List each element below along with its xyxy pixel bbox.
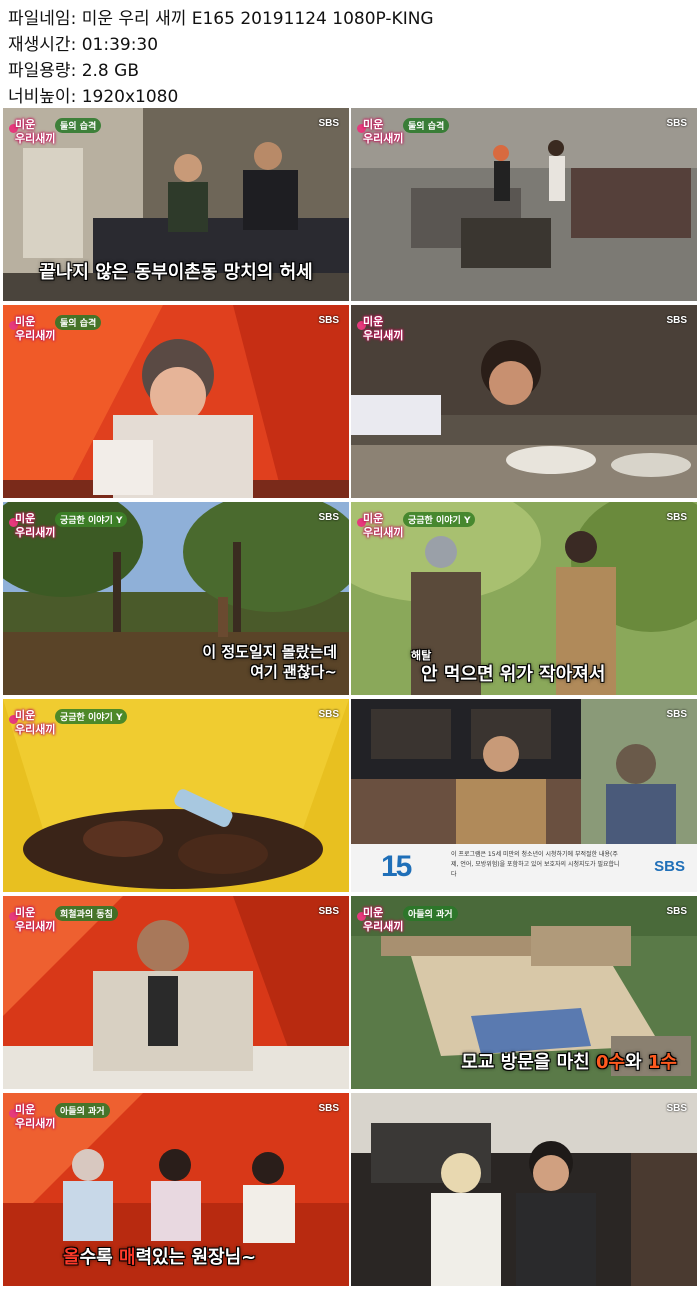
segment-tag: 둘의 습격 [55, 315, 102, 330]
thumbnail[interactable]: SBS [351, 1093, 697, 1286]
segment-tag: 둘의 습격 [55, 118, 102, 133]
network-logo: SBS [318, 118, 339, 129]
segment-tag: 궁금한 이야기 Y [55, 709, 128, 724]
program-logo: 미운 우리새끼 [9, 705, 55, 739]
resolution-key: 너비높이 [8, 87, 71, 107]
age-rating: 15 [381, 850, 412, 883]
subtitle-highlight: 올 [63, 1247, 80, 1268]
thumbnail[interactable]: 미운 우리새끼 궁금한 이야기 Y SBS 해탈 안 먹으면 위가 작아져서 [351, 502, 697, 695]
segment-tag: 아들의 과거 [403, 906, 458, 921]
network-logo: SBS [666, 906, 687, 917]
segment-tag: 희철과의 동침 [55, 906, 118, 921]
subtitle-part: 수록 [79, 1247, 119, 1268]
duration-value: 01:39:30 [81, 35, 159, 55]
subtitle-part: 모교 방문을 마친 [461, 1052, 596, 1073]
subtitle-line: 여기 괜찮다~ [250, 663, 337, 681]
logo-text: 우리새끼 [363, 526, 404, 539]
program-logo: 미운 우리새끼 [9, 311, 55, 345]
subtitle: 모교 방문을 마친 0수와 1수 [461, 1048, 677, 1074]
resolution-value: 1920x1080 [81, 87, 179, 107]
segment-tag: 둘의 습격 [403, 118, 450, 133]
logo-text: 우리새끼 [15, 1117, 56, 1130]
file-name-value: 미운 우리 새끼 E165 20191124 1080P-KING [81, 9, 434, 29]
logo-text: 우리새끼 [15, 329, 56, 342]
program-logo: 미운 우리새끼 [9, 1099, 55, 1133]
age-rating-notice: 15 이 프로그램은 15세 미만의 청소년이 시청하기에 부적절한 내용(주제… [351, 844, 697, 892]
subtitle: 이 정도일지 몰랐는데 여기 괜찮다~ [202, 642, 337, 682]
program-logo: 미운 우리새끼 [9, 902, 55, 936]
scene-car [351, 1093, 697, 1286]
file-info-row: 파일용량: 2.8 GB [8, 61, 139, 81]
program-logo: 미운 우리새끼 [357, 114, 403, 148]
logo-text: 우리새끼 [363, 132, 404, 145]
file-info: 파일네임: 미운 우리 새끼 E165 20191124 1080P-KING … [8, 6, 434, 110]
network-logo: SBS [318, 315, 339, 326]
subtitle: 올수록 매력있는 원장님~ [63, 1243, 256, 1269]
subtitle-highlight: 0수 [595, 1052, 626, 1073]
subtitle-highlight: 매 [118, 1247, 136, 1268]
network-logo: SBS [318, 512, 339, 523]
network-logo: SBS [666, 118, 687, 129]
network-logo: SBS [654, 858, 685, 875]
subtitle-line: 이 정도일지 몰랐는데 [202, 643, 337, 661]
thumbnail[interactable]: 미운 우리새끼 희철과의 동침 SBS [3, 896, 349, 1089]
logo-text: 우리새끼 [15, 920, 56, 933]
logo-text: 우리새끼 [15, 132, 56, 145]
thumbnail[interactable]: 미운 우리새끼 궁금한 이야기 Y SBS 이 정도일지 몰랐는데 여기 괜찮다~ [3, 502, 349, 695]
logo-text: 우리새끼 [363, 329, 404, 342]
program-logo: 미운 우리새끼 [357, 311, 403, 345]
subtitle-highlight: 1수 [647, 1052, 677, 1073]
thumbnail[interactable]: 미운 우리새끼 아들의 과거 SBS 모교 방문을 마친 0수와 1수 [351, 896, 697, 1089]
program-logo: 미운 우리새끼 [9, 114, 55, 148]
segment-tag: 궁금한 이야기 Y [403, 512, 476, 527]
subtitle: 끝나지 않은 동부이촌동 망치의 허세 [39, 262, 313, 283]
logo-text: 우리새끼 [15, 526, 56, 539]
logo-text: 우리새끼 [15, 723, 56, 736]
subtitle-part: 력있는 원장님~ [135, 1247, 257, 1268]
file-name-key: 파일네임 [8, 9, 71, 29]
file-info-row: 재생시간: 01:39:30 [8, 35, 159, 55]
segment-tag: 아들의 과거 [55, 1103, 110, 1118]
thumbnail[interactable]: SBS 15 이 프로그램은 15세 미만의 청소년이 시청하기에 부적절한 내… [351, 699, 697, 892]
thumbnail-grid: 미운 우리새끼 둘의 습격 SBS 끝나지 않은 동부이촌동 망치의 허세 미운 우… [3, 108, 697, 1288]
thumbnail[interactable]: 미운 우리새끼 둘의 습격 SBS [3, 305, 349, 498]
file-size-key: 파일용량 [8, 61, 71, 81]
thumbnail[interactable]: 미운 우리새끼 SBS [351, 305, 697, 498]
network-logo: SBS [666, 709, 687, 720]
network-logo: SBS [318, 709, 339, 720]
network-logo: SBS [666, 1103, 687, 1114]
duration-key: 재생시간 [8, 35, 71, 55]
thumbnail[interactable]: 미운 우리새끼 둘의 습격 SBS 끝나지 않은 동부이촌동 망치의 허세 [3, 108, 349, 301]
subtitle-part: 와 [625, 1052, 648, 1073]
network-logo: SBS [318, 906, 339, 917]
file-info-row: 파일네임: 미운 우리 새끼 E165 20191124 1080P-KING [8, 9, 434, 29]
thumbnail[interactable]: 미운 우리새끼 궁금한 이야기 Y SBS [3, 699, 349, 892]
network-logo: SBS [666, 315, 687, 326]
network-logo: SBS [318, 1103, 339, 1114]
rating-message: 이 프로그램은 15세 미만의 청소년이 시청하기에 부적절한 내용(주제, 언… [451, 851, 620, 878]
network-logo: SBS [666, 512, 687, 523]
subtitle: 안 먹으면 위가 작아져서 [421, 664, 606, 685]
program-logo: 미운 우리새끼 [357, 508, 403, 542]
program-logo: 미운 우리새끼 [357, 902, 403, 936]
file-info-row: 너비높이: 1920x1080 [8, 87, 179, 107]
thumbnail[interactable]: 미운 우리새끼 둘의 습격 SBS [351, 108, 697, 301]
logo-text: 우리새끼 [363, 920, 404, 933]
file-size-value: 2.8 GB [81, 61, 139, 81]
segment-tag: 궁금한 이야기 Y [55, 512, 128, 527]
thumbnail[interactable]: 미운 우리새끼 아들의 과거 SBS 올수록 매력있는 원장님~ [3, 1093, 349, 1286]
program-logo: 미운 우리새끼 [9, 508, 55, 542]
